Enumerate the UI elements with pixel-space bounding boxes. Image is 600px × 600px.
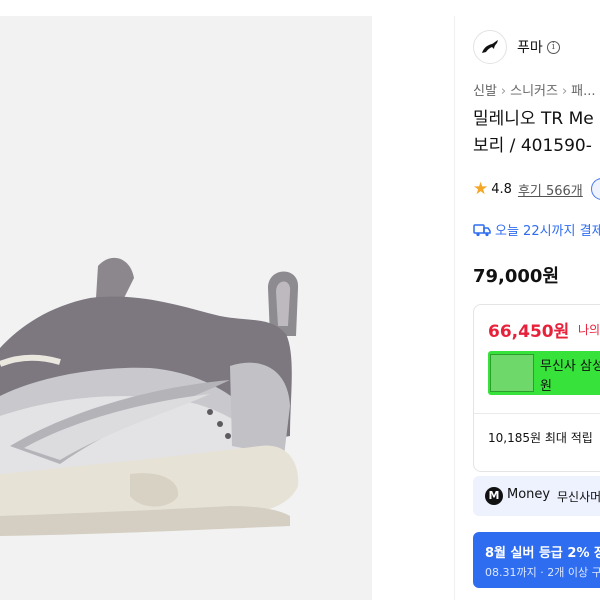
- card-promo-text: 무신사 삼성: [540, 359, 600, 374]
- truck-icon: [473, 223, 491, 236]
- original-price: 79,000원: [473, 266, 560, 287]
- chevron-right-icon: ›: [500, 84, 507, 99]
- grade-promo-banner[interactable]: 8월 실버 등급 2% 장 08.31까지 · 2개 이상 구: [473, 532, 600, 588]
- benefit-box: 66,450원 나의 무신사 삼성 원 10,185원 최대 적립: [473, 304, 600, 472]
- product-title-line: 밀레니오 TR Me: [473, 109, 594, 129]
- info-icon[interactable]: i: [546, 40, 560, 54]
- delivery-info: 오늘 22시까지 결제: [473, 220, 600, 239]
- money-logo-icon: M: [485, 487, 503, 505]
- breadcrumb-item[interactable]: 스니커즈: [510, 84, 558, 99]
- promo-title: 8월 실버 등급 2% 장: [485, 546, 600, 561]
- brand-name[interactable]: 푸마: [517, 37, 543, 57]
- my-price-label[interactable]: 나의: [578, 321, 600, 338]
- chevron-right-icon: ›: [561, 84, 568, 99]
- money-desc: 무신사머: [557, 490, 600, 504]
- breadcrumb: 신발 › 스니커즈 › 패...: [473, 80, 596, 99]
- puma-logo-icon[interactable]: [473, 30, 507, 64]
- product-title-line: 보리 / 401590-: [473, 136, 592, 156]
- breadcrumb-item[interactable]: 신발: [473, 84, 497, 99]
- review-count-link[interactable]: 후기 566개: [518, 180, 583, 199]
- rating-row: ★ 4.8 후기 566개: [473, 178, 600, 200]
- product-info-panel: 푸마 i 신발 › 스니커즈 › 패... 밀레니오 TR Me 보리 / 401590…: [454, 16, 600, 600]
- points-info: 10,185원 최대 적립: [488, 431, 593, 445]
- rating-value: 4.8: [491, 181, 512, 197]
- review-chip[interactable]: [590, 178, 600, 200]
- divider: [474, 413, 600, 414]
- card-thumbnail: [490, 354, 534, 392]
- card-promo-banner[interactable]: 무신사 삼성 원: [488, 351, 600, 395]
- sneaker-illustration: [0, 257, 299, 536]
- sale-price: 66,450원: [488, 322, 570, 342]
- star-icon: ★: [473, 179, 489, 199]
- delivery-text: 오늘 22시까지 결제: [495, 224, 600, 239]
- product-image: [0, 16, 372, 600]
- musinsa-money-banner[interactable]: M Money 무신사머: [473, 476, 600, 516]
- brand-row[interactable]: 푸마 i: [473, 30, 560, 64]
- promo-subtitle: 08.31까지 · 2개 이상 구: [485, 566, 600, 579]
- breadcrumb-item[interactable]: 패...: [571, 84, 595, 99]
- product-title: 밀레니오 TR Me 보리 / 401590-: [473, 106, 594, 160]
- money-brand: Money: [507, 487, 551, 502]
- card-promo-text: 원: [540, 379, 552, 394]
